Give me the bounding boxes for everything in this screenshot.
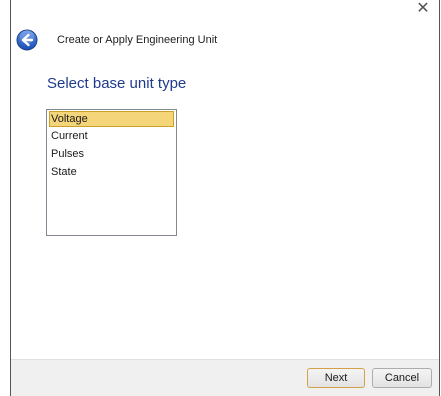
cancel-button[interactable]: Cancel [372, 368, 432, 388]
wizard-title: Create or Apply Engineering Unit [57, 34, 218, 46]
list-item-voltage[interactable]: Voltage [49, 111, 174, 127]
wizard-window: ✕ Create or Apply Engineering Unit Selec… [0, 0, 441, 396]
next-button[interactable]: Next [307, 368, 365, 388]
unit-type-listbox[interactable]: Voltage Current Pulses State [46, 109, 177, 236]
window-right-border [439, 0, 440, 396]
back-arrow-icon[interactable] [16, 29, 38, 51]
list-item-current[interactable]: Current [49, 128, 174, 144]
back-arrow-icon-graphic [16, 29, 38, 51]
instruction-heading: Select base unit type [47, 75, 187, 92]
list-item-pulses[interactable]: Pulses [49, 146, 174, 162]
list-item-state[interactable]: State [49, 164, 174, 180]
close-icon[interactable]: ✕ [412, 0, 434, 20]
window-left-border [10, 0, 11, 396]
